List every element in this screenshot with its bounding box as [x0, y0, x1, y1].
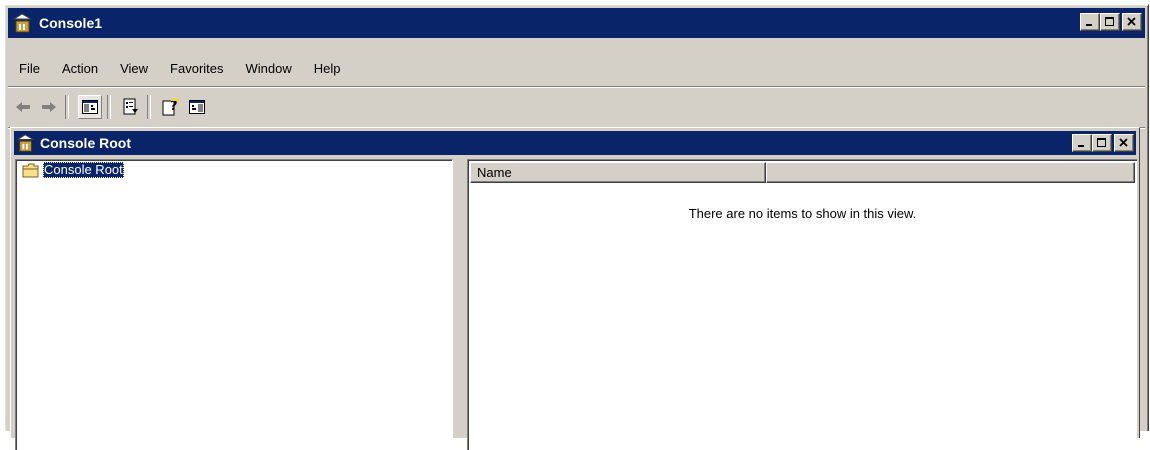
mmc-icon: [17, 134, 35, 152]
menu-help[interactable]: Help: [303, 61, 352, 76]
child-window: Console Root Console Root Name There are…: [10, 127, 1140, 450]
minimize-icon: [1078, 145, 1084, 147]
child-minimize-button[interactable]: [1072, 134, 1092, 152]
close-button[interactable]: [1122, 13, 1142, 31]
toolbar-separator: [65, 95, 69, 119]
column-header: Name: [470, 162, 1135, 183]
show-hide-action-pane-icon: [189, 100, 205, 114]
menu-action[interactable]: Action: [51, 61, 109, 76]
toolbar-separator: [147, 95, 151, 119]
folder-icon: [22, 163, 39, 177]
child-title-bar[interactable]: Console Root: [14, 131, 1136, 155]
maximize-icon: [1105, 17, 1114, 26]
show-hide-tree-icon: [82, 100, 98, 114]
menu-favorites[interactable]: Favorites: [159, 61, 234, 76]
svg-text:?: ?: [170, 99, 178, 114]
forward-button[interactable]: [38, 96, 60, 118]
back-button[interactable]: [12, 96, 34, 118]
toolbar: ?: [8, 91, 1145, 123]
show-hide-tree-button[interactable]: [78, 95, 102, 119]
menu-separator: [8, 86, 1145, 88]
empty-list-message: There are no items to show in this view.: [688, 206, 917, 221]
export-list-button[interactable]: [120, 96, 142, 118]
menu-view[interactable]: View: [109, 61, 159, 76]
tree-item-label: Console Root: [43, 162, 124, 178]
maximize-button[interactable]: [1100, 13, 1120, 31]
child-maximize-button[interactable]: [1092, 134, 1112, 152]
menu-file[interactable]: File: [8, 61, 51, 76]
mmc-icon: [13, 13, 33, 33]
list-pane[interactable]: Name There are no items to show in this …: [467, 159, 1137, 450]
tree-item-console-root[interactable]: Console Root: [22, 162, 124, 178]
minimize-button[interactable]: [1080, 13, 1100, 31]
child-close-button[interactable]: [1114, 134, 1134, 152]
close-icon: [1119, 138, 1128, 147]
menu-window[interactable]: Window: [235, 61, 303, 76]
export-list-icon: [123, 98, 138, 115]
column-blank-header[interactable]: [766, 162, 1135, 183]
maximize-icon: [1097, 138, 1106, 147]
back-arrow-icon: [16, 102, 30, 112]
toolbar-separator: [107, 95, 111, 119]
minimize-icon: [1086, 24, 1092, 26]
menu-bar: File Action View Favorites Window Help: [8, 53, 1145, 83]
help-button[interactable]: ?: [160, 96, 182, 118]
show-hide-action-pane-button[interactable]: [186, 96, 208, 118]
forward-arrow-icon: [42, 102, 56, 112]
tree-pane[interactable]: Console Root: [15, 159, 453, 450]
help-icon: ?: [162, 99, 179, 116]
child-window-title: Console Root: [40, 135, 131, 151]
title-bar[interactable]: Console1: [8, 8, 1145, 38]
column-name-header[interactable]: Name: [470, 162, 766, 183]
window-title: Console1: [39, 15, 103, 31]
close-icon: [1127, 17, 1136, 26]
